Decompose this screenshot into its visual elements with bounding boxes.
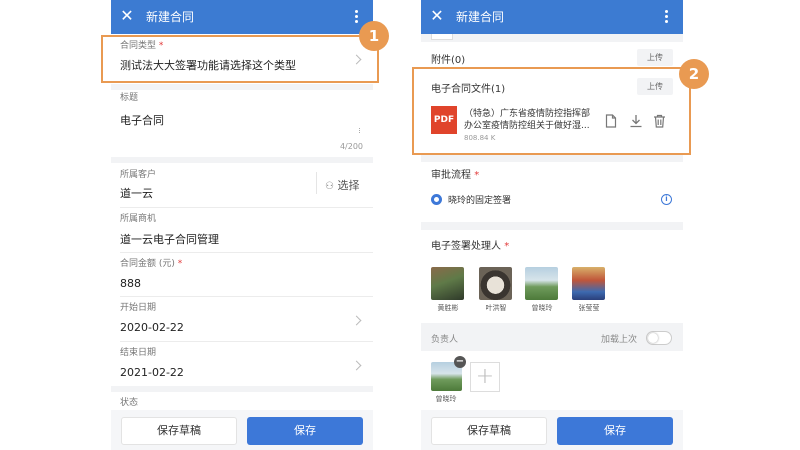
- owner-header: 负责人 加载上次: [421, 323, 683, 351]
- scrolled-card-edge: [431, 34, 453, 40]
- add-owner-button[interactable]: +: [470, 362, 500, 392]
- remove-icon[interactable]: −: [454, 356, 466, 368]
- signer-name: 曾晓玲: [531, 304, 553, 312]
- callout-badge: 1: [359, 21, 389, 51]
- avatar[interactable]: [479, 267, 512, 300]
- page-title: 新建合同: [456, 10, 505, 24]
- footer-bar: 保存草稿 保存: [111, 410, 373, 450]
- section-divider: [421, 34, 683, 42]
- required-mark: *: [504, 241, 510, 252]
- select-label: 选择: [337, 179, 360, 192]
- divider: [316, 172, 317, 194]
- callout-badge: 2: [679, 59, 709, 89]
- avatar[interactable]: [431, 267, 464, 300]
- approval-option[interactable]: 晓玲的固定签署: [448, 193, 511, 206]
- load-last-label: 加载上次: [601, 335, 638, 345]
- chevron-right-icon: [351, 315, 362, 326]
- start-date-label: 开始日期: [120, 303, 157, 313]
- save-draft-button[interactable]: 保存草稿: [121, 417, 237, 445]
- signer-name: 叶洪智: [485, 304, 507, 312]
- save-draft-button[interactable]: 保存草稿: [431, 417, 547, 445]
- info-icon[interactable]: i: [661, 194, 672, 205]
- owner-name: 曾晓玲: [435, 395, 457, 403]
- section-divider: [421, 154, 683, 162]
- page-title: 新建合同: [146, 10, 195, 24]
- divider: [120, 207, 373, 208]
- status-label: 状态: [120, 398, 139, 408]
- end-date-value: 2021-02-22: [120, 366, 184, 379]
- avatar[interactable]: [572, 267, 605, 300]
- owner-label: 负责人: [431, 335, 459, 345]
- app-header: ✕ 新建合同: [421, 0, 683, 34]
- opportunity-value[interactable]: 道一云电子合同管理: [120, 233, 219, 246]
- attachments-label: 附件(0): [431, 55, 466, 66]
- char-counter: 4/200: [339, 142, 363, 151]
- signers-label: 电子签署处理人: [431, 241, 501, 252]
- opportunity-label: 所属商机: [120, 214, 157, 224]
- resize-handle[interactable]: [359, 128, 361, 133]
- divider: [120, 252, 373, 253]
- person-icon: ⚇: [325, 181, 334, 192]
- more-menu-icon[interactable]: [349, 10, 363, 26]
- start-date-value: 2020-02-22: [120, 321, 184, 334]
- close-icon[interactable]: ✕: [120, 8, 134, 24]
- section-divider: [111, 157, 373, 163]
- signer-name: 张莹莹: [578, 304, 600, 312]
- more-menu-icon[interactable]: [659, 10, 673, 26]
- footer-bar: 保存草稿 保存: [421, 410, 683, 450]
- section-divider: [421, 222, 683, 230]
- app-header: ✕ 新建合同: [111, 0, 373, 34]
- amount-label: 合同金额 (元): [120, 259, 175, 269]
- approval-label: 审批流程: [431, 170, 471, 181]
- save-button[interactable]: 保存: [247, 417, 363, 445]
- close-icon[interactable]: ✕: [430, 8, 444, 24]
- required-mark: *: [474, 170, 480, 181]
- customer-label: 所属客户: [120, 170, 157, 180]
- customer-value: 道一云: [120, 187, 153, 200]
- chevron-right-icon: [351, 360, 362, 371]
- end-date-label: 结束日期: [120, 348, 157, 358]
- approval-radio[interactable]: [431, 194, 442, 205]
- amount-input[interactable]: 888: [120, 277, 141, 290]
- callout-box: [412, 67, 691, 155]
- callout-box: [101, 35, 379, 83]
- title-input[interactable]: 电子合同: [120, 114, 164, 127]
- avatar[interactable]: [525, 267, 558, 300]
- select-customer-button[interactable]: ⚇ 选择: [325, 177, 359, 193]
- section-divider: [111, 84, 373, 90]
- required-mark: *: [177, 259, 183, 269]
- signer-name: 黄胜彬: [437, 304, 459, 312]
- section-divider: [111, 386, 373, 392]
- end-date-field[interactable]: 结束日期 2021-02-22: [111, 342, 373, 386]
- title-label: 标题: [120, 93, 139, 103]
- start-date-field[interactable]: 开始日期 2020-02-22: [111, 297, 373, 341]
- save-button[interactable]: 保存: [557, 417, 673, 445]
- upload-attachment-button[interactable]: 上传: [637, 49, 673, 66]
- load-last-toggle[interactable]: [646, 331, 672, 345]
